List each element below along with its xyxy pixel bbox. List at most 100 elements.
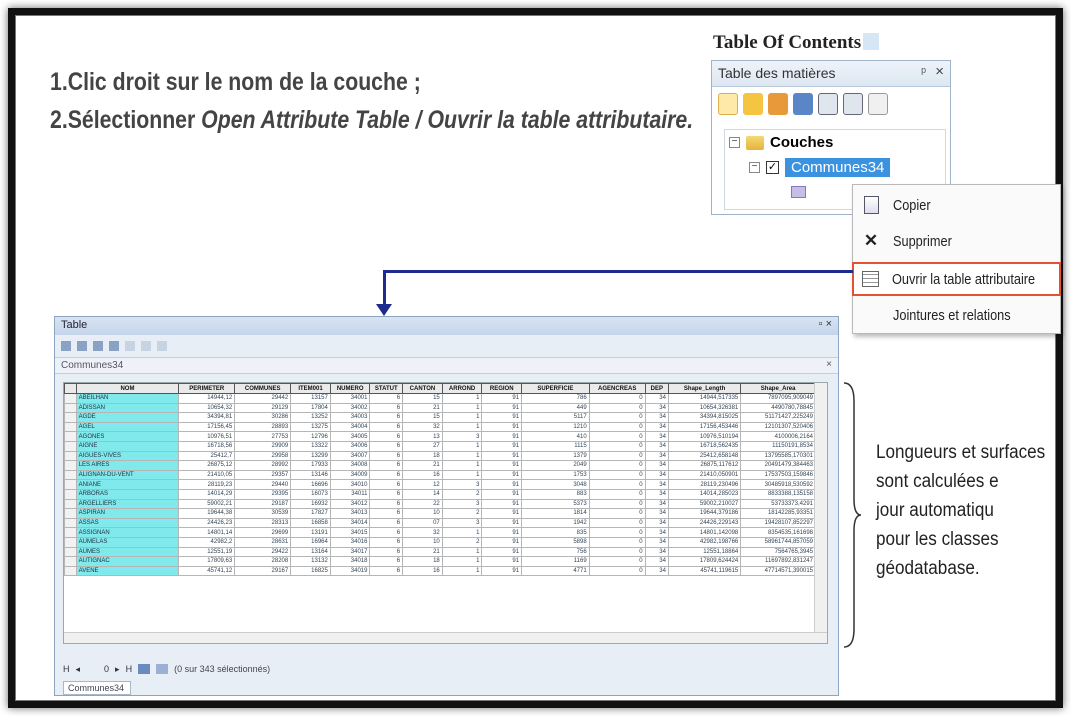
table-cell[interactable]: 34004 xyxy=(329,421,371,433)
table-cell[interactable]: 34002 xyxy=(329,402,371,414)
first-record-button[interactable]: H xyxy=(63,664,70,674)
table-cell[interactable]: 34005 xyxy=(329,431,371,442)
name-cell[interactable]: AUMELAS xyxy=(75,536,180,548)
name-cell[interactable]: AUTIGNAC xyxy=(75,556,180,567)
table-cell[interactable]: 6 xyxy=(369,469,404,481)
table-row[interactable]: ARBORAS 14014,29 29395 16073 34011 6 14 2 91 883 0… xyxy=(64,488,816,500)
table-cell[interactable]: 0 xyxy=(588,498,646,510)
table-cell[interactable]: 14014,29 xyxy=(178,488,236,500)
table-cell[interactable]: 10654,326381 xyxy=(667,402,742,414)
menu-item-open-attribute-table[interactable]: Ouvrir la table attributaire xyxy=(852,262,1061,296)
table-cell[interactable]: 10654,32 xyxy=(178,402,236,414)
table-cell[interactable]: 34013 xyxy=(329,508,371,519)
table-cell[interactable]: 1169 xyxy=(521,556,590,567)
table-cell[interactable]: 6 xyxy=(369,460,404,471)
row-selector[interactable] xyxy=(64,431,77,442)
table-cell[interactable]: 1 xyxy=(441,421,483,433)
table-cell[interactable]: 4771 xyxy=(521,565,590,577)
column-header[interactable]: PERIMETER xyxy=(178,383,236,394)
table-cell[interactable]: 16858 xyxy=(290,517,331,529)
row-selector[interactable] xyxy=(64,479,77,490)
table-cell[interactable]: 28313 xyxy=(234,517,292,529)
table-cell[interactable]: 14801,142098 xyxy=(667,527,742,538)
table-cell[interactable]: 34 xyxy=(644,556,669,567)
table-cell[interactable]: 0 xyxy=(588,440,646,452)
table-cell[interactable]: 29909 xyxy=(234,440,292,452)
table-cell[interactable]: 17804 xyxy=(290,402,331,414)
name-cell[interactable]: ABEILHAN xyxy=(75,393,180,404)
table-cell[interactable]: 10 xyxy=(402,508,443,519)
close-icon[interactable]: × xyxy=(935,63,944,80)
list-by-source-icon[interactable] xyxy=(743,93,763,115)
table-cell[interactable]: 58961744,857059 xyxy=(740,536,816,548)
table-cell[interactable]: 13275 xyxy=(290,421,331,433)
table-cell[interactable]: 45741,119615 xyxy=(667,565,742,577)
table-cell[interactable]: 6 xyxy=(369,431,404,442)
name-cell[interactable]: AIGUES-VIVES xyxy=(75,450,180,462)
table-cell[interactable]: 53733373,4291 xyxy=(740,498,816,510)
table-cell[interactable]: 25412,7 xyxy=(178,450,236,462)
table-cell[interactable]: 17827 xyxy=(290,508,331,519)
table-cell[interactable]: 34 xyxy=(644,469,669,481)
table-row[interactable]: ANIANE 28119,23 29440 16696 34010 6 12 3 91 3048 0… xyxy=(64,479,816,490)
table-cell[interactable]: 7897095,909049 xyxy=(740,393,816,404)
table-cell[interactable]: 10976,510194 xyxy=(667,431,742,442)
table-cell[interactable]: 0 xyxy=(588,469,646,481)
column-header[interactable]: Shape_Area xyxy=(740,383,816,394)
previous-record-button[interactable]: ◂ xyxy=(76,664,81,675)
table-cell[interactable]: 32 xyxy=(402,527,443,538)
table-cell[interactable]: 6 xyxy=(369,479,404,490)
table-cell[interactable]: 91 xyxy=(481,412,523,423)
table-cell[interactable]: 91 xyxy=(481,527,523,538)
delete-selected-icon[interactable] xyxy=(157,341,167,351)
table-cell[interactable]: 34 xyxy=(644,460,669,471)
table-cell[interactable]: 756 xyxy=(521,546,590,558)
table-cell[interactable]: 1 xyxy=(441,393,483,404)
table-cell[interactable]: 1 xyxy=(441,527,483,538)
table-cell[interactable]: 34006 xyxy=(329,440,371,452)
table-cell[interactable]: 25412,658148 xyxy=(667,450,742,462)
tree-group-layers[interactable]: − Couches xyxy=(729,134,833,151)
table-cell[interactable]: 11697892,831247 xyxy=(740,556,816,567)
table-cell[interactable]: 16 xyxy=(402,469,443,481)
table-cell[interactable]: 10976,51 xyxy=(178,431,236,442)
table-cell[interactable]: 14014,285023 xyxy=(667,488,742,500)
table-cell[interactable]: 1115 xyxy=(521,440,590,452)
table-cell[interactable]: 34 xyxy=(644,536,669,548)
table-cell[interactable]: 16073 xyxy=(290,488,331,500)
table-cell[interactable]: 27 xyxy=(402,440,443,452)
table-cell[interactable]: 12101307,520406 xyxy=(740,421,816,433)
table-cell[interactable]: 91 xyxy=(481,508,523,519)
table-cell[interactable]: 28119,23 xyxy=(178,479,236,490)
table-cell[interactable]: 30485918,530592 xyxy=(740,479,816,490)
table-cell[interactable]: 0 xyxy=(588,517,646,529)
table-cell[interactable]: 27753 xyxy=(234,431,292,442)
table-cell[interactable]: 1 xyxy=(441,450,483,462)
table-cell[interactable]: 17156,453446 xyxy=(667,421,742,433)
name-cell[interactable]: AIGNE xyxy=(75,440,180,452)
table-cell[interactable]: 34 xyxy=(644,412,669,423)
column-header[interactable]: NOM xyxy=(75,383,180,394)
table-cell[interactable]: 34011 xyxy=(329,488,371,500)
table-cell[interactable]: 24426,23 xyxy=(178,517,236,529)
table-cell[interactable]: 1 xyxy=(441,469,483,481)
table-cell[interactable]: 14944,12 xyxy=(178,393,236,404)
column-header[interactable]: CANTON xyxy=(402,383,443,394)
name-cell[interactable]: AUMES xyxy=(75,546,180,558)
column-header[interactable]: ARROND xyxy=(441,383,483,394)
table-cell[interactable]: 14 xyxy=(402,488,443,500)
table-cell[interactable]: 10 xyxy=(402,536,443,548)
table-cell[interactable]: 30539 xyxy=(234,508,292,519)
table-cell[interactable]: 13252 xyxy=(290,412,331,423)
last-record-button[interactable]: H xyxy=(126,664,133,674)
pin-icon[interactable]: ᵖ xyxy=(921,64,926,79)
table-cell[interactable]: 17809,624424 xyxy=(667,556,742,567)
table-cell[interactable]: 6 xyxy=(369,565,404,577)
table-cell[interactable]: 14801,14 xyxy=(178,527,236,538)
table-cell[interactable]: 6 xyxy=(369,527,404,538)
row-selector[interactable] xyxy=(64,402,77,414)
table-cell[interactable]: 34 xyxy=(644,393,669,404)
table-cell[interactable]: 6 xyxy=(369,393,404,404)
table-cell[interactable]: 1 xyxy=(441,412,483,423)
table-cell[interactable]: 1 xyxy=(441,440,483,452)
